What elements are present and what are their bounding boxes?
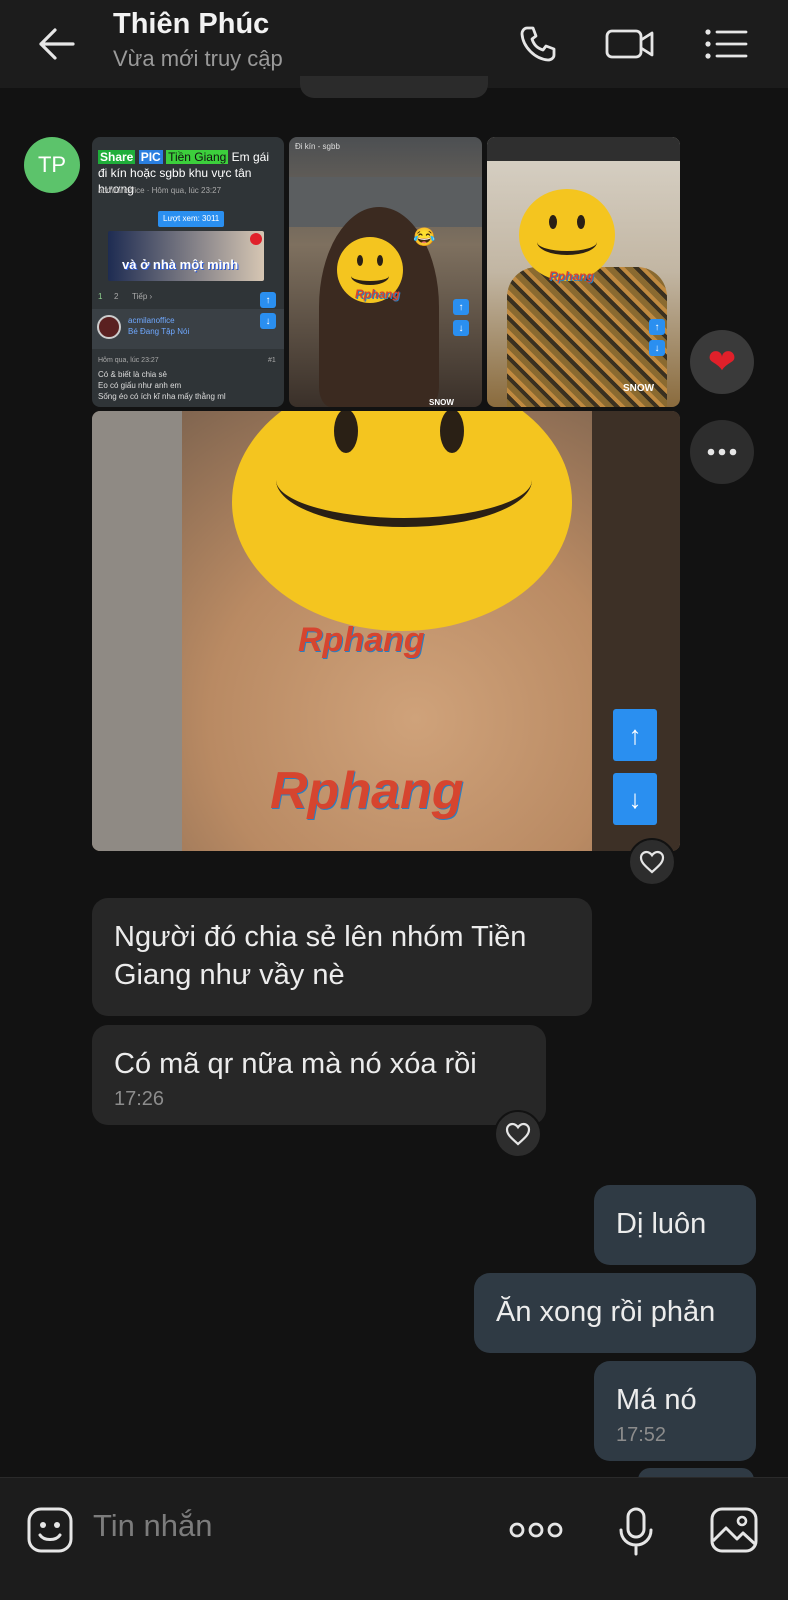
page-next: Tiếp › bbox=[132, 292, 153, 301]
more-options-button[interactable] bbox=[690, 420, 754, 484]
shared-photo-2[interactable]: Đi kín - sgbb Rphang 😂 ↑ ↓ SNOW bbox=[289, 137, 482, 407]
shared-photo-forum[interactable]: Share PIC Tiền Giang Em gái đi kín hoặc … bbox=[92, 137, 284, 407]
post-thumbnail: và ở nhà một mình bbox=[108, 231, 264, 281]
thumbnail-caption: và ở nhà một mình bbox=[122, 257, 239, 272]
smiley-mask-icon bbox=[232, 411, 572, 631]
more-dots-icon bbox=[707, 448, 737, 456]
gallery-image-icon[interactable] bbox=[706, 1502, 762, 1558]
smiley-mask-icon bbox=[519, 189, 615, 281]
scroll-up-icon: ↑ bbox=[260, 292, 276, 308]
message-incoming[interactable]: Người đó chia sẻ lên nhóm Tiền Giang như… bbox=[92, 898, 592, 1016]
background-wall bbox=[92, 411, 182, 851]
scroll-down-icon: ↓ bbox=[649, 340, 665, 356]
avatar[interactable]: TP bbox=[24, 137, 80, 193]
tag-share: Share bbox=[98, 150, 136, 164]
laughing-emoji-icon: 😂 bbox=[413, 227, 436, 247]
back-arrow-icon[interactable] bbox=[30, 20, 82, 68]
chat-header: Thiên Phúc Vừa mới truy cập bbox=[0, 0, 788, 88]
message-time: 17:26 bbox=[114, 1088, 165, 1110]
more-options-icon[interactable] bbox=[506, 1516, 566, 1544]
contact-status: Vừa mới truy cập bbox=[113, 46, 283, 71]
heart-outline-icon bbox=[639, 850, 665, 874]
message-text: Người đó chia sẻ lên nhóm Tiền Giang như… bbox=[114, 921, 527, 991]
watermark: Rphang bbox=[355, 287, 400, 301]
scroll-up-icon: ↑ bbox=[453, 299, 469, 315]
tag-place: Tiền Giang bbox=[166, 150, 229, 164]
message-time: 17:52 bbox=[616, 1424, 667, 1446]
views-badge: Lượt xem: 3011 bbox=[158, 211, 225, 227]
message-outgoing[interactable]: Má nó 17:52 bbox=[594, 1361, 756, 1461]
message-outgoing[interactable]: Dị luôn bbox=[594, 1185, 756, 1265]
like-button[interactable] bbox=[494, 1110, 542, 1158]
post-author-line: acmilanoffice · Hôm qua, lúc 23:27 bbox=[98, 186, 222, 195]
contact-name[interactable]: Thiên Phúc bbox=[113, 8, 269, 41]
message-incoming[interactable]: Có mã qr nữa mà nó xóa rồi 17:26 bbox=[92, 1025, 546, 1125]
like-button[interactable] bbox=[628, 838, 676, 886]
message-text: Má nó bbox=[616, 1384, 697, 1416]
watermark-small: Rphang bbox=[298, 621, 425, 659]
date-divider bbox=[300, 76, 488, 98]
message-text: Có mã qr nữa mà nó xóa rồi bbox=[114, 1048, 477, 1080]
phone-call-icon[interactable] bbox=[512, 18, 564, 70]
scroll-down-icon: ↓ bbox=[453, 320, 469, 336]
video-call-icon[interactable] bbox=[604, 18, 656, 70]
photo-top-bar bbox=[487, 137, 680, 161]
page-2: 2 bbox=[114, 292, 119, 301]
record-icon bbox=[250, 233, 262, 245]
message-outgoing[interactable]: Ăn xong rồi phản bbox=[474, 1273, 756, 1353]
message-text: Ăn xong rồi phản bbox=[496, 1296, 716, 1328]
user-rank: Bé Đang Tập Nói bbox=[128, 327, 190, 336]
shared-photo-3[interactable]: Rphang ↑ ↓ SNOW bbox=[487, 137, 680, 407]
heart-outline-icon bbox=[505, 1122, 531, 1146]
reaction-bubble[interactable]: ❤ bbox=[690, 330, 754, 394]
post-time: Hôm qua, lúc 23:27 bbox=[98, 357, 159, 364]
post-number: #1 bbox=[268, 357, 276, 364]
watermark: Rphang bbox=[549, 269, 594, 283]
scroll-down-icon: ↓ bbox=[260, 313, 276, 329]
microphone-icon[interactable] bbox=[612, 1502, 660, 1562]
photo2-top-label: Đi kín - sgbb bbox=[295, 142, 340, 151]
message-input[interactable]: Tin nhắn bbox=[93, 1508, 213, 1544]
user-row: acmilanoffice Bé Đang Tập Nói bbox=[92, 309, 284, 349]
heart-reaction-icon: ❤ bbox=[707, 343, 737, 381]
tag-pic: PIC bbox=[138, 150, 163, 164]
scroll-down-icon: ↓ bbox=[613, 773, 657, 825]
scroll-up-icon: ↑ bbox=[649, 319, 665, 335]
menu-list-icon[interactable] bbox=[700, 18, 752, 70]
page-1: 1 bbox=[98, 292, 103, 301]
user-avatar bbox=[97, 315, 121, 339]
scroll-up-icon: ↑ bbox=[613, 709, 657, 761]
post-line-3: Sống éo có ích kĩ nha mấy thằng ml bbox=[98, 392, 226, 401]
message-text: Dị luôn bbox=[616, 1208, 707, 1240]
photo3-bottom-label: SNOW bbox=[623, 383, 655, 394]
sticker-icon[interactable] bbox=[22, 1502, 78, 1558]
shared-photo-large[interactable]: Rphang Rphang ↑ ↓ bbox=[92, 411, 680, 851]
watermark-large: Rphang bbox=[270, 762, 464, 820]
photo2-bottom-label: SNOW bbox=[429, 398, 454, 407]
composer-bar: Tin nhắn bbox=[0, 1477, 788, 1600]
